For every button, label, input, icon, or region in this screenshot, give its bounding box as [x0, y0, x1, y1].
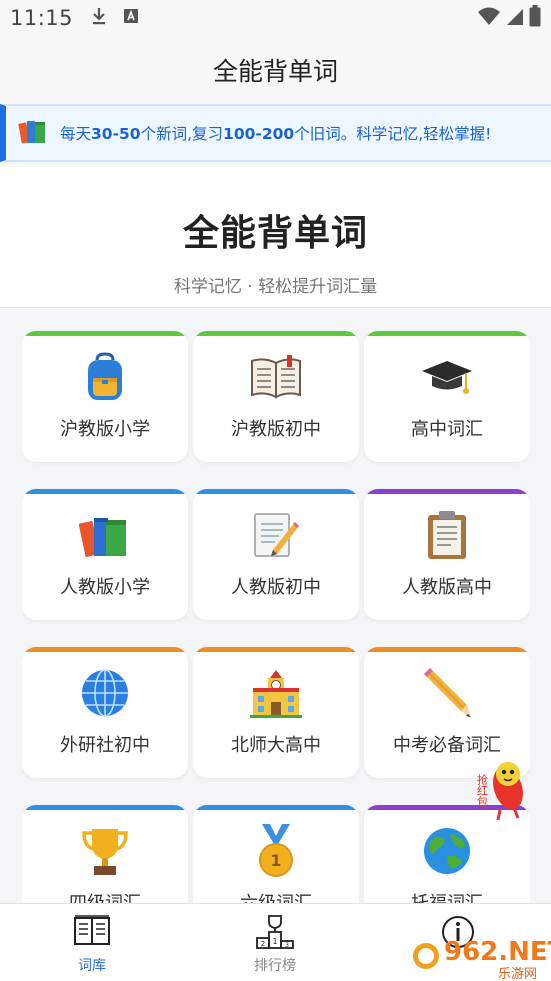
- medal-icon: 1: [193, 823, 359, 879]
- category-label: 四级词汇: [22, 889, 188, 903]
- svg-text:2: 2: [261, 940, 265, 948]
- notice-segment: 100-200: [223, 125, 295, 143]
- status-bar: 11:15: [0, 0, 551, 36]
- watermark-subtext: 乐游网: [498, 967, 537, 981]
- app-title: 全能背单词: [212, 57, 338, 86]
- book-icon: [193, 349, 359, 405]
- nav-label: 词库: [78, 958, 106, 974]
- category-label: 北师大高中: [231, 735, 321, 756]
- notice-segment: 每天: [60, 125, 92, 143]
- category-label: 人教版高中: [402, 577, 492, 598]
- clipboard-icon: [364, 507, 530, 563]
- card-accent-bar: [22, 489, 188, 494]
- category-card-cet6[interactable]: 1 六级词汇: [193, 805, 359, 903]
- category-card-renjiao-primary[interactable]: 人教版小学: [22, 489, 188, 620]
- category-label: 高中词汇: [411, 419, 483, 440]
- category-card-senior-vocab[interactable]: 高中词汇: [364, 331, 530, 462]
- nav-label: 排行榜: [254, 958, 296, 974]
- books-icon: [18, 117, 48, 149]
- svg-text:1: 1: [272, 937, 277, 946]
- category-grid: 沪教版小学 沪教版初中 高中词汇 人教版小学 人教版初中 人教版高中 外研社初中…: [22, 331, 530, 903]
- wifi-icon: [477, 6, 501, 30]
- download-icon: [91, 6, 107, 30]
- podium-icon: 1 2 3: [215, 914, 335, 950]
- hero-title: 全能背单词: [182, 213, 368, 254]
- category-label: 沪教版初中: [231, 419, 321, 440]
- category-label: 外研社初中: [60, 735, 150, 756]
- category-label: 人教版初中: [231, 577, 321, 598]
- globe-icon: [22, 665, 188, 721]
- watermark-text: 962.NET: [444, 937, 551, 967]
- card-accent-bar: [22, 647, 188, 652]
- category-label: 六级词汇: [193, 889, 359, 903]
- category-card-renjiao-senior[interactable]: 人教版高中: [364, 489, 530, 620]
- watermark-logo: 962.NET 乐游网: [410, 922, 551, 981]
- status-time: 11:15: [10, 6, 74, 30]
- notice-segment: 个新词,复习: [140, 125, 224, 143]
- notice-banner: 每天30-50个新词,复习100-200个旧词。科学记忆,轻松掌握!: [0, 104, 551, 162]
- category-label: 人教版小学: [60, 577, 150, 598]
- graduation-cap-icon: [364, 349, 530, 405]
- category-card-cet4[interactable]: 四级词汇: [22, 805, 188, 903]
- card-accent-bar: [364, 647, 530, 652]
- backpack-icon: [22, 349, 188, 405]
- card-accent-bar: [193, 489, 359, 494]
- category-card-renjiao-junior[interactable]: 人教版初中: [193, 489, 359, 620]
- svg-text:1: 1: [270, 851, 281, 870]
- school-icon: [193, 665, 359, 721]
- memo-icon: [193, 507, 359, 563]
- hero-section: 全能背单词 科学记忆 · 轻松提升词汇量: [0, 164, 551, 308]
- category-card-bnu-senior[interactable]: 北师大高中: [193, 647, 359, 778]
- earth-icon: [364, 823, 530, 879]
- dictionary-icon: [32, 914, 152, 950]
- pencil-icon: [364, 665, 530, 721]
- card-accent-bar: [193, 647, 359, 652]
- nav-tab-leaderboard[interactable]: 1 2 3 排行榜: [215, 904, 335, 981]
- books-icon: [22, 507, 188, 563]
- battery-icon: [529, 5, 541, 31]
- category-label: 托福词汇: [364, 889, 530, 903]
- trophy-icon: [22, 823, 188, 879]
- notice-segment: 个旧词。科学记忆,轻松掌握!: [294, 125, 492, 143]
- keyboard-a-icon: [123, 8, 139, 28]
- card-accent-bar: [193, 331, 359, 336]
- svg-text:3: 3: [285, 942, 289, 949]
- app-header: 全能背单词: [0, 36, 551, 104]
- signal-icon: [505, 6, 525, 30]
- card-accent-bar: [22, 805, 188, 810]
- nav-tab-dictionary[interactable]: 词库: [32, 904, 152, 981]
- hero-subtitle: 科学记忆 · 轻松提升词汇量: [173, 277, 378, 297]
- card-accent-bar: [193, 805, 359, 810]
- notice-segment: 30-50: [91, 125, 141, 143]
- card-accent-bar: [364, 489, 530, 494]
- category-card-waiyan-junior[interactable]: 外研社初中: [22, 647, 188, 778]
- category-card-hujiao-junior[interactable]: 沪教版初中: [193, 331, 359, 462]
- card-accent-bar: [364, 331, 530, 336]
- notice-text: 每天30-50个新词,复习100-200个旧词。科学记忆,轻松掌握!: [60, 122, 491, 144]
- category-card-hujiao-primary[interactable]: 沪教版小学: [22, 331, 188, 462]
- red-packet-text: 抢红包: [476, 773, 489, 807]
- red-packet-float-button[interactable]: 抢红包: [468, 752, 528, 824]
- card-accent-bar: [22, 331, 188, 336]
- category-label: 沪教版小学: [60, 419, 150, 440]
